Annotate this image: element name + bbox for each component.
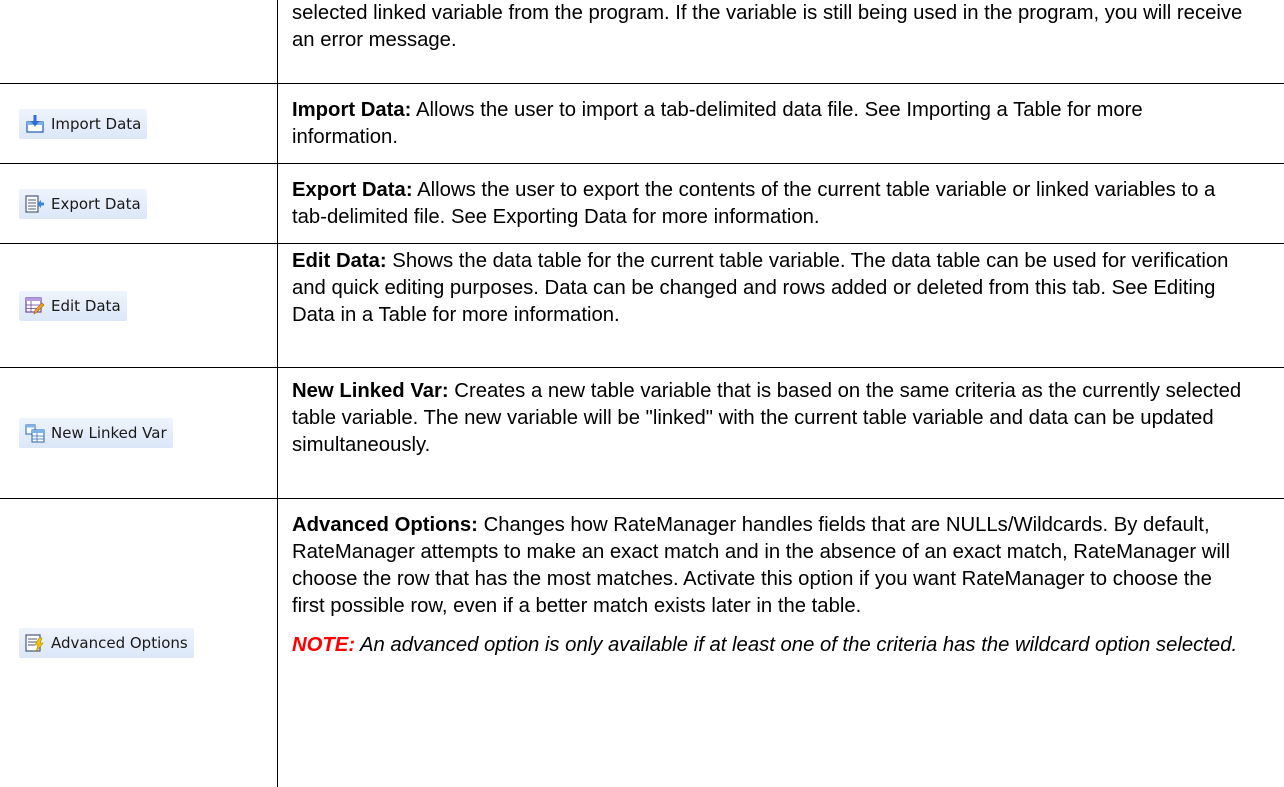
advanced-options-label: Advanced Options — [51, 634, 188, 652]
edit-data-label: Edit Data — [51, 296, 121, 315]
edit-data-button[interactable]: Edit Data — [19, 290, 127, 321]
table-row: New Linked Var New Linked Var: Creates a… — [0, 368, 1284, 499]
note-text: An advanced option is only available if … — [355, 634, 1238, 656]
note-label: NOTE: — [292, 634, 356, 656]
button-cell: Advanced Options — [0, 499, 278, 787]
table-row: selected linked variable from the progra… — [0, 0, 1284, 84]
export-data-button[interactable]: Export Data — [19, 188, 147, 219]
description-cell: Edit Data: Shows the data table for the … — [278, 244, 1284, 367]
import-data-icon — [25, 114, 45, 134]
export-data-icon — [25, 194, 45, 214]
description-cell: New Linked Var: Creates a new table vari… — [278, 368, 1284, 498]
table-row: Import Data Import Data: Allows the user… — [0, 84, 1284, 164]
description-cell: Import Data: Allows the user to import a… — [278, 84, 1284, 163]
button-cell: Import Data — [0, 84, 278, 163]
import-data-label: Import Data — [51, 114, 142, 133]
new-linked-var-button[interactable]: New Linked Var — [19, 418, 173, 448]
button-cell: Export Data — [0, 164, 278, 243]
term-label: Export Data: — [292, 179, 413, 201]
table-row: Export Data Export Data: Allows the user… — [0, 164, 1284, 244]
edit-data-icon — [25, 296, 45, 316]
description-cell: Advanced Options: Changes how RateManage… — [278, 499, 1284, 787]
button-cell: New Linked Var — [0, 368, 278, 498]
export-data-label: Export Data — [51, 194, 141, 213]
advanced-options-button[interactable]: Advanced Options — [19, 628, 194, 658]
description-text: Allows the user to import a tab-delimite… — [292, 99, 1143, 148]
advanced-options-icon — [25, 633, 45, 653]
table-row: Edit Data Edit Data: Shows the data tabl… — [0, 244, 1284, 368]
button-cell — [0, 0, 278, 83]
description-cell: selected linked variable from the progra… — [278, 0, 1284, 83]
description-text: selected linked variable from the progra… — [292, 2, 1243, 51]
import-data-button[interactable]: Import Data — [19, 108, 148, 139]
button-cell: Edit Data — [0, 244, 278, 367]
term-label: Advanced Options: — [292, 514, 478, 536]
command-reference-table: selected linked variable from the progra… — [0, 0, 1284, 787]
table-row: Advanced Options Advanced Options: Chang… — [0, 499, 1284, 787]
description-text: Shows the data table for the current tab… — [292, 250, 1229, 326]
description-text: Allows the user to export the contents o… — [292, 179, 1216, 228]
new-linked-var-label: New Linked Var — [51, 424, 167, 442]
description-cell: Export Data: Allows the user to export t… — [278, 164, 1284, 243]
term-label: Import Data: — [292, 99, 412, 121]
term-label: New Linked Var: — [292, 380, 449, 402]
note-paragraph: NOTE: An advanced option is only availab… — [292, 632, 1244, 659]
term-label: Edit Data: — [292, 250, 387, 272]
new-linked-var-icon — [25, 423, 45, 443]
